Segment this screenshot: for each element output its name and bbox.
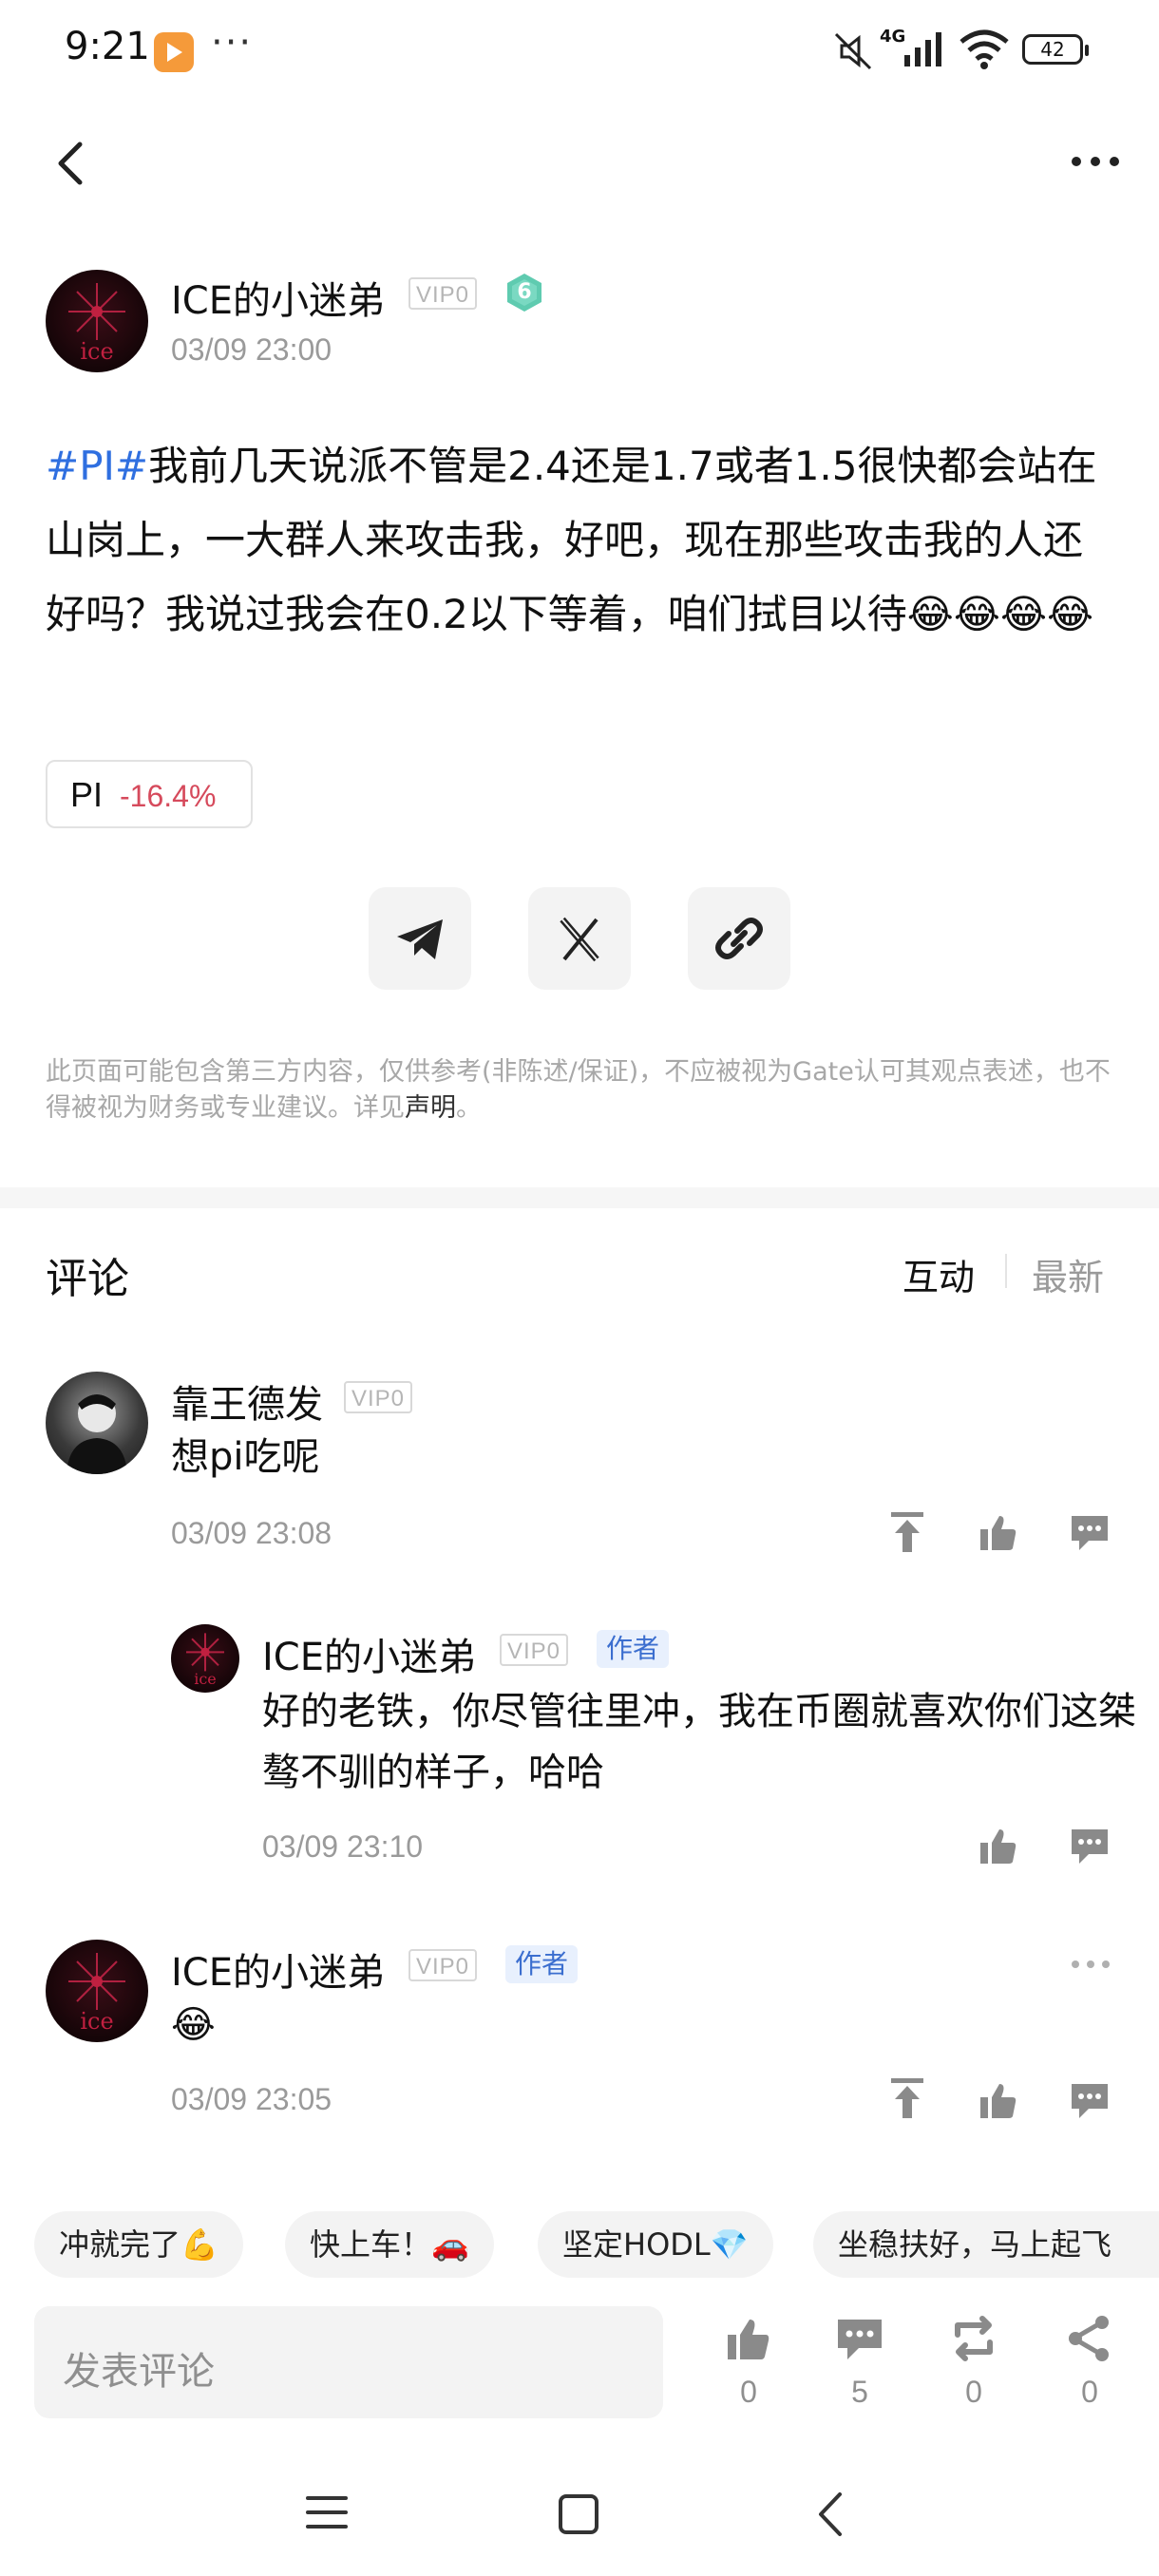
sort-separator: [1005, 1254, 1007, 1288]
reply-username[interactable]: ICE的小迷弟: [262, 1626, 476, 1681]
pin-top-icon[interactable]: [887, 2076, 927, 2120]
like-icon[interactable]: [978, 1826, 1018, 1866]
more-notifications-icon: ···: [211, 21, 254, 65]
reply-icon[interactable]: [1070, 1514, 1110, 1552]
coin-chip[interactable]: PI -16.4%: [46, 760, 253, 828]
quick-reply-chip[interactable]: 坚定HODL💎: [538, 2211, 773, 2278]
status-time: 9:21: [65, 25, 150, 68]
repost-count: 0: [965, 2375, 982, 2409]
quick-reply-chip[interactable]: 坐稳扶好，马上起飞: [813, 2211, 1159, 2278]
comment-more-icon[interactable]: [1070, 1957, 1112, 1972]
comment-text: 😂: [171, 2003, 216, 2047]
reply-time: 03/09 23:10: [262, 1829, 424, 1864]
share-telegram-button[interactable]: [369, 887, 471, 990]
vip-badge: VIP0: [344, 1381, 413, 1413]
author-badge: 作者: [597, 1630, 670, 1668]
vip-badge: VIP0: [408, 277, 478, 310]
share-count: 0: [1081, 2375, 1098, 2409]
comment-time: 03/09 23:05: [171, 2082, 332, 2116]
vip-badge: VIP0: [500, 1634, 569, 1666]
post-author-name[interactable]: ICE的小迷弟: [171, 270, 385, 325]
post-text: 我前几天说派不管是2.4还是1.7或者1.5很快都会站在山岗上，一大群人来攻击我…: [46, 443, 1097, 637]
reply-text: 好的老铁，你尽管往里冲，我在币圈就喜欢你们这桀骜不驯的样子，哈哈: [262, 1690, 1136, 1794]
x-logo-icon: [560, 917, 599, 962]
share-icon[interactable]: [1066, 2314, 1113, 2363]
menu-icon[interactable]: [304, 2492, 350, 2532]
level-number: 6: [517, 280, 532, 304]
coin-change: -16.4%: [120, 779, 217, 813]
disclaimer-link[interactable]: 声明: [405, 1093, 456, 1123]
comments-title: 评论: [46, 1255, 129, 1303]
comment-time: 03/09 23:08: [171, 1516, 332, 1550]
hashtag-link[interactable]: #PI#: [46, 443, 148, 489]
like-count: 0: [740, 2375, 757, 2409]
post-body: #PI#我前几天说派不管是2.4还是1.7或者1.5很快都会站在山岗上，一大群人…: [46, 429, 1119, 652]
telegram-icon: [397, 919, 443, 959]
pin-top-icon[interactable]: [887, 1510, 927, 1554]
reply-icon[interactable]: [1070, 2082, 1110, 2120]
nav-back-icon[interactable]: [813, 2491, 847, 2538]
wifi-icon: [960, 29, 1009, 69]
disclaimer: 此页面可能包含第三方内容，仅供参考(非陈述/保证)，不应被视为Gate认可其观点…: [46, 1057, 1111, 1123]
comment-input[interactable]: 发表评论: [34, 2306, 663, 2418]
comment-username[interactable]: 靠王德发: [171, 1373, 323, 1429]
comment-avatar[interactable]: [46, 1372, 148, 1474]
comment-icon[interactable]: [836, 2318, 884, 2361]
link-icon: [715, 918, 763, 959]
post-author-avatar[interactable]: ice: [46, 270, 148, 372]
battery-indicator: 42: [1022, 34, 1089, 65]
coin-symbol: PI: [70, 775, 104, 814]
app-notification-icon: [154, 32, 194, 72]
comment-text: 想pi吃呢: [171, 1435, 320, 1479]
repost-icon[interactable]: [950, 2314, 998, 2363]
reply-avatar[interactable]: ice: [171, 1624, 239, 1693]
signal-icon: [904, 32, 941, 66]
section-divider: [0, 1187, 1159, 1208]
comment-count: 5: [851, 2375, 868, 2409]
vip-badge: VIP0: [408, 1949, 478, 1981]
home-icon[interactable]: [557, 2492, 600, 2536]
copy-link-button[interactable]: [688, 887, 790, 990]
system-nav-bar: [0, 2451, 1159, 2576]
like-icon[interactable]: [978, 2080, 1018, 2120]
sort-latest-tab[interactable]: 最新: [1032, 1248, 1104, 1300]
like-icon[interactable]: [726, 2316, 771, 2361]
more-options-icon[interactable]: [1070, 148, 1121, 175]
sort-interaction-tab[interactable]: 互动: [902, 1248, 975, 1300]
reply-icon[interactable]: [1070, 1828, 1110, 1866]
like-icon[interactable]: [978, 1512, 1018, 1552]
comment-input-placeholder: 发表评论: [63, 2350, 215, 2394]
back-arrow-icon[interactable]: [49, 139, 91, 188]
post-timestamp: 03/09 23:00: [171, 332, 332, 367]
mute-icon: [834, 32, 872, 70]
quick-reply-chip[interactable]: 冲就完了💪: [34, 2211, 243, 2278]
author-badge: 作者: [505, 1945, 579, 1983]
comment-avatar[interactable]: ice: [46, 1940, 148, 2042]
status-bar: 9:21 ··· 4G 42: [0, 0, 1159, 104]
share-x-button[interactable]: [528, 887, 631, 990]
quick-reply-chip[interactable]: 快上车！🚗: [285, 2211, 494, 2278]
comment-username[interactable]: ICE的小迷弟: [171, 1941, 385, 1997]
